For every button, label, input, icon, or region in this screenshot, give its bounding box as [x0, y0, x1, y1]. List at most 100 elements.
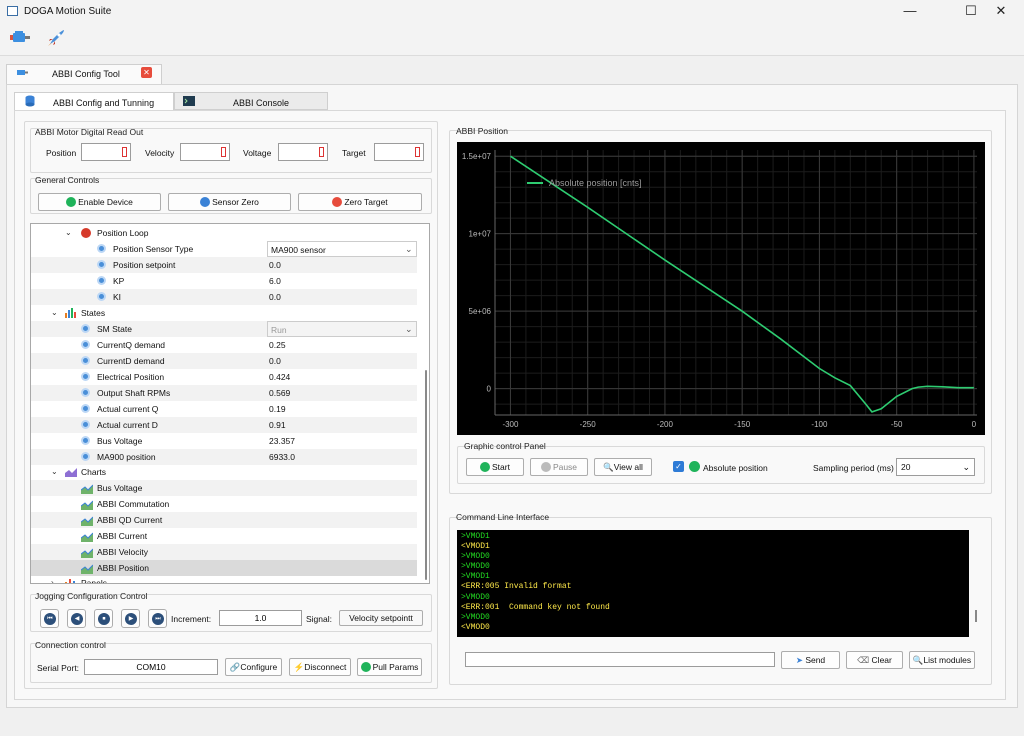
cli-scrollbar-thumb[interactable]	[975, 610, 977, 622]
sampling-period-select[interactable]: 20 ⌄	[896, 458, 975, 476]
target-dot-icon	[332, 197, 343, 207]
x-tick-label: -250	[580, 420, 597, 429]
signal-select[interactable]: Velocity setpointt	[339, 610, 423, 626]
stop-icon: ⏹	[98, 613, 110, 625]
terminal-icon	[183, 96, 195, 106]
tree-row[interactable]: CurrentD demand 0.0	[31, 353, 417, 369]
tree-row-value[interactable]: 0.91	[269, 417, 286, 433]
gear-icon	[97, 276, 106, 285]
chevron-down-icon: ⌄	[51, 467, 58, 476]
tab-config-and-tunning[interactable]: ABBI Config and Tunning	[14, 92, 174, 110]
tree-row[interactable]: KP 6.0	[31, 273, 417, 289]
tree-row[interactable]: Output Shaft RPMs 0.569	[31, 385, 417, 401]
increment-label: Increment:	[171, 614, 212, 624]
jog-button[interactable]: ⏮	[40, 609, 59, 628]
tree-node-position-loop[interactable]: ⌄ Position Loop	[31, 225, 417, 241]
cli-output[interactable]: >VMOD1 <VMOD1 >VMOD0 >VMOD0 >VMOD1 <ERR:005 I…	[457, 530, 969, 637]
play-icon	[480, 462, 491, 472]
tree-node-charts[interactable]: ⌄ Charts	[31, 464, 417, 480]
serial-port-label: Serial Port:	[37, 663, 80, 673]
magnifier-icon: 🔍	[912, 655, 924, 665]
pause-button[interactable]: Pause	[530, 458, 588, 476]
tab-console[interactable]: ABBI Console	[174, 92, 328, 110]
minimize-button[interactable]: —	[887, 0, 933, 24]
tree-row-value[interactable]: 0.424	[269, 369, 290, 385]
rocket-tool-button[interactable]	[44, 28, 68, 52]
increment-input[interactable]	[219, 610, 302, 626]
send-button[interactable]: ➤ Send	[781, 651, 840, 669]
tree-row-label: ABBI Position	[97, 563, 149, 573]
tree-row-value[interactable]: 23.357	[269, 433, 295, 449]
zero-target-button[interactable]: Zero Target	[298, 193, 422, 211]
clear-button[interactable]: ⌫ Clear	[846, 651, 903, 669]
cli-line: <VMOD1	[461, 542, 490, 552]
motor-tool-button[interactable]	[8, 28, 32, 52]
send-icon: ➤	[795, 655, 803, 665]
jog-button[interactable]: ⏭	[148, 609, 167, 628]
step-forward-icon: ▶	[125, 613, 137, 625]
tree-row-label: Bus Voltage	[97, 436, 143, 446]
tree-row[interactable]: KI 0.0	[31, 289, 417, 305]
close-window-button[interactable]: ✕	[978, 0, 1024, 24]
jog-button[interactable]: ⏹	[94, 609, 113, 628]
cli-line: >VMOD1	[461, 572, 490, 582]
list-modules-button[interactable]: 🔍List modules	[909, 651, 975, 669]
pull-params-button[interactable]: Pull Params	[357, 658, 422, 676]
tree-row[interactable]: Position Sensor Type MA900 sensor ⌄	[31, 241, 417, 257]
velocity-readout	[180, 143, 230, 161]
tree-row[interactable]: Position setpoint 0.0	[31, 257, 417, 273]
absolute-position-checkbox[interactable]: ✓	[673, 461, 684, 472]
tree-row[interactable]: Actual current Q 0.19	[31, 401, 417, 417]
position-plot[interactable]: -300 -250 -200 -150 -100 -50 0 1.5e+07 1e+07 5e+0…	[457, 142, 985, 435]
tree-row-value[interactable]: 6933.0	[269, 449, 295, 465]
cli-command-input[interactable]	[465, 652, 775, 667]
tree-row[interactable]: Actual current D 0.91	[31, 417, 417, 433]
series-color-icon	[689, 461, 700, 472]
skip-forward-icon: ⏭	[152, 613, 164, 625]
tree-row[interactable]: ABBI Position	[31, 560, 417, 576]
green-dot-icon	[66, 197, 77, 207]
tree-row-value[interactable]: 0.0	[269, 289, 281, 305]
tree-row[interactable]: ABBI Velocity	[31, 544, 417, 560]
tree-row[interactable]: Bus Voltage	[31, 480, 417, 496]
configure-button[interactable]: 🔗Configure	[225, 658, 282, 676]
tree-row-label: Position setpoint	[113, 260, 176, 270]
tree-row-value[interactable]: 0.0	[269, 257, 281, 273]
view-all-button[interactable]: 🔍View all	[594, 458, 652, 476]
tree-row-label: Bus Voltage	[97, 483, 143, 493]
tree-row-value[interactable]: 0.25	[269, 337, 286, 353]
cli-line: >VMOD0	[461, 552, 490, 562]
tree-row[interactable]: ABBI QD Current	[31, 512, 417, 528]
start-button[interactable]: Start	[466, 458, 524, 476]
general-controls-title: General Controls	[35, 175, 100, 185]
tree-row[interactable]: SM State Run ⌄	[31, 321, 417, 337]
jog-button[interactable]: ▶	[121, 609, 140, 628]
tree-scrollbar[interactable]	[424, 224, 430, 584]
tree-row[interactable]: CurrentQ demand 0.25	[31, 337, 417, 353]
disconnect-button[interactable]: ⚡Disconnect	[289, 658, 351, 676]
tree-row[interactable]: Bus Voltage 23.357	[31, 433, 417, 449]
tree-row-label: Actual current D	[97, 420, 158, 430]
tree-row[interactable]: MA900 position 6933.0	[31, 449, 417, 465]
tree-row[interactable]: ABBI Commutation	[31, 496, 417, 512]
tree-row[interactable]: Electrical Position 0.424	[31, 369, 417, 385]
jog-button[interactable]: ◀	[67, 609, 86, 628]
sensor-zero-button[interactable]: Sensor Zero	[168, 193, 291, 211]
tree-row-value[interactable]: Run	[267, 321, 417, 337]
target-readout	[374, 143, 424, 161]
tree-row-value[interactable]: MA900 sensor	[267, 241, 417, 257]
enable-device-button[interactable]: Enable Device	[38, 193, 161, 211]
parameter-tree[interactable]: ⌄ Position Loop ⌄ States ⌄ Charts › Pane…	[30, 223, 430, 584]
tree-node-states[interactable]: ⌄ States	[31, 305, 417, 321]
scrollbar-thumb[interactable]	[425, 370, 427, 580]
gear-icon	[97, 260, 106, 269]
voltage-label: Voltage	[243, 148, 272, 158]
tree-row-value[interactable]: 0.569	[269, 385, 290, 401]
chevron-down-icon: ⌄	[51, 308, 58, 317]
tree-row-value[interactable]: 6.0	[269, 273, 281, 289]
serial-port-input[interactable]	[84, 659, 218, 675]
close-tab-icon[interactable]: ✕	[141, 67, 152, 78]
tree-row[interactable]: ABBI Current	[31, 528, 417, 544]
tree-row-value[interactable]: 0.0	[269, 353, 281, 369]
tree-row-value[interactable]: 0.19	[269, 401, 286, 417]
